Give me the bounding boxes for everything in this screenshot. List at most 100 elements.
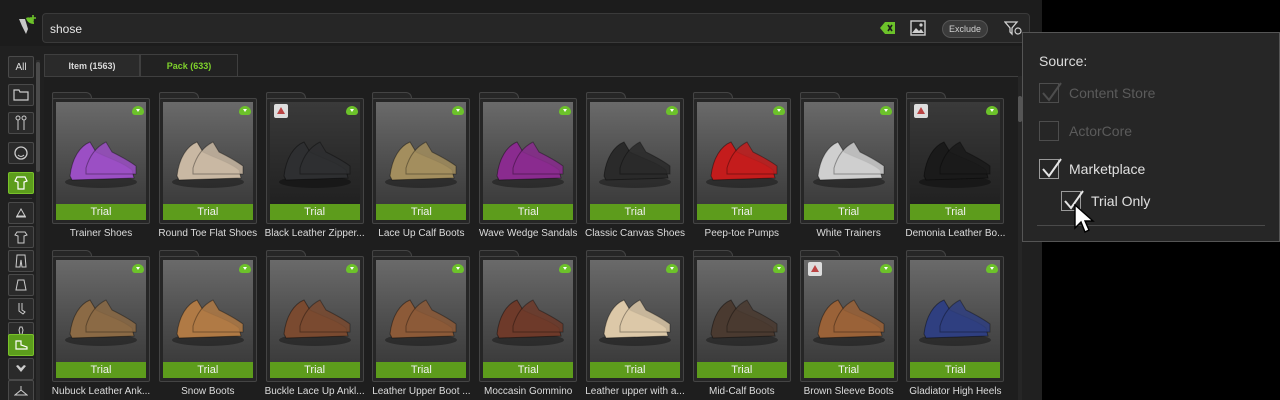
asset-name: Leather upper with a...	[585, 386, 685, 397]
check-icon	[1042, 82, 1062, 102]
checkbox-marketplace[interactable]	[1039, 158, 1062, 179]
checkbox-actorcore[interactable]	[1039, 121, 1059, 141]
filter-icon[interactable]	[1004, 20, 1022, 36]
top-bar: shose Exclude	[0, 0, 1042, 46]
category-folder-button[interactable]	[8, 84, 34, 106]
category-shoes-button[interactable]	[8, 334, 34, 356]
category-head-button[interactable]	[8, 142, 34, 164]
cloud-download-icon	[559, 264, 572, 273]
trial-badge: Trial	[56, 204, 146, 220]
clear-search-icon[interactable]	[880, 21, 896, 35]
glove-icon	[16, 365, 26, 372]
asset-name: Brown Sleeve Boots	[803, 386, 894, 397]
cloud-download-icon	[452, 264, 465, 273]
asset-name: Round Toe Flat Shoes	[158, 228, 258, 239]
cloud-download-icon	[666, 264, 678, 273]
asset-thumbnail[interactable]	[376, 260, 467, 366]
asset-thumbnail[interactable]	[376, 102, 467, 208]
shoe-icon	[599, 141, 671, 188]
shoe-icon	[919, 299, 992, 346]
tab-item[interactable]: Item (1563)	[44, 54, 140, 76]
image-search-icon[interactable]	[910, 20, 926, 36]
cloud-download-icon	[666, 106, 678, 115]
category-pants-button[interactable]	[8, 250, 34, 272]
asset-name: Peep-toe Pumps	[704, 228, 780, 239]
vendor-logo-icon	[273, 104, 288, 118]
asset-thumbnail[interactable]	[590, 260, 680, 366]
category-socks-button[interactable]	[8, 298, 34, 320]
shoe-icon	[812, 141, 885, 188]
pants-icon	[15, 254, 27, 268]
app-logo-icon	[19, 15, 36, 34]
category-top-button[interactable]	[8, 226, 34, 248]
asset-name: Moccasin Gommino	[484, 386, 573, 397]
category-all-button[interactable]: All	[8, 56, 34, 78]
shoe-icon	[492, 299, 565, 346]
cloud-download-icon	[879, 264, 892, 273]
cloud-download-icon	[986, 106, 999, 115]
asset-name: Demonia Leather Bo...	[905, 228, 1006, 239]
category-clothing-button[interactable]	[8, 172, 34, 194]
cloud-download-icon	[345, 106, 358, 115]
category-body-button[interactable]	[8, 112, 34, 134]
option-marketplace[interactable]: Marketplace	[1039, 158, 1145, 179]
trial-badge: Trial	[483, 362, 574, 378]
trial-badge: Trial	[483, 204, 574, 220]
asset-thumbnail[interactable]	[56, 102, 146, 208]
trial-badge: Trial	[590, 204, 680, 220]
trial-badge: Trial	[696, 362, 787, 378]
asset-thumbnail[interactable]	[162, 260, 253, 366]
trial-badge: Trial	[376, 204, 467, 220]
asset-thumbnail[interactable]	[269, 260, 360, 366]
option-label: Content Store	[1069, 85, 1156, 101]
hanger-icon	[14, 386, 28, 396]
option-content-store[interactable]: Content Store	[1039, 82, 1156, 103]
asset-thumbnail[interactable]	[696, 260, 787, 366]
shoe-icon	[15, 340, 28, 350]
asset-thumbnail[interactable]	[590, 102, 680, 208]
trial-badge: Trial	[803, 204, 894, 220]
shoe-icon	[171, 299, 244, 346]
category-scrollbar-thumb[interactable]	[36, 62, 40, 172]
popup-divider	[1037, 225, 1265, 226]
cloud-download-icon	[345, 264, 358, 273]
shoe-icon	[385, 299, 458, 346]
asset-thumbnail[interactable]	[696, 102, 787, 208]
asset-thumbnail[interactable]	[910, 260, 1001, 366]
shoe-icon	[171, 141, 244, 188]
category-skirt-button[interactable]	[8, 274, 34, 296]
asset-thumbnail[interactable]	[56, 260, 146, 366]
trial-badge: Trial	[376, 362, 467, 378]
folder-icon	[13, 89, 29, 101]
trial-badge: Trial	[910, 362, 1001, 378]
category-gloves-button[interactable]	[8, 358, 34, 380]
option-label: ActorCore	[1069, 123, 1133, 139]
vendor-logo-icon	[914, 104, 929, 118]
trial-badge: Trial	[269, 204, 360, 220]
shoe-icon	[385, 141, 458, 188]
asset-name: Trainer Shoes	[69, 228, 133, 239]
category-hanger-button[interactable]	[8, 380, 34, 400]
trial-badge: Trial	[56, 362, 146, 378]
tab-pack[interactable]: Pack (633)	[140, 54, 238, 76]
asset-thumbnail[interactable]	[483, 102, 574, 208]
exclude-button[interactable]: Exclude	[942, 20, 988, 38]
asset-name: Black Leather Zipper...	[264, 228, 365, 239]
category-hat-button[interactable]	[8, 202, 34, 224]
shirt-icon	[14, 231, 28, 244]
cloud-download-icon	[986, 264, 999, 273]
asset-thumbnail[interactable]	[483, 260, 574, 366]
shoe-icon	[705, 141, 778, 188]
asset-name: Leather Upper Boot ...	[372, 386, 471, 397]
asset-thumbnail[interactable]	[803, 102, 894, 208]
asset-thumbnail[interactable]	[162, 102, 253, 208]
cloud-download-icon	[238, 264, 251, 273]
asset-name: Wave Wedge Sandals	[478, 228, 578, 239]
shoe-icon	[278, 299, 351, 346]
shoe-icon	[65, 299, 137, 346]
search-value[interactable]: shose	[50, 22, 82, 36]
mouse-pointer-icon	[1074, 204, 1095, 233]
asset-name: Buckle Lace Up Ankl...	[264, 386, 365, 397]
checkbox-content-store[interactable]	[1039, 82, 1062, 103]
option-actorcore[interactable]: ActorCore	[1039, 121, 1132, 141]
